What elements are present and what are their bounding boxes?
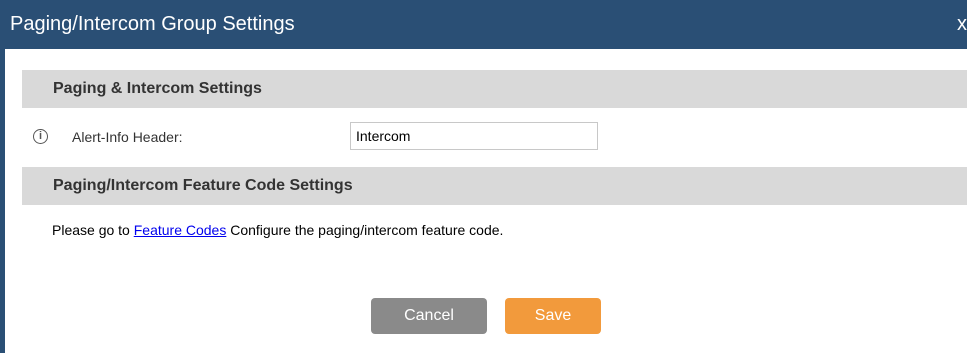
- section-title: Paging/Intercom Feature Code Settings: [53, 177, 353, 194]
- close-button[interactable]: x: [957, 0, 967, 49]
- section-header-feature-code-settings: Paging/Intercom Feature Code Settings: [22, 167, 967, 205]
- feature-code-note: Please go to Feature Codes Configure the…: [52, 221, 503, 239]
- alert-info-header-input[interactable]: [350, 122, 598, 150]
- note-prefix: Please go to: [52, 222, 134, 238]
- info-icon[interactable]: i: [33, 129, 48, 144]
- alert-info-header-label: Alert-Info Header:: [72, 129, 183, 145]
- section-title: Paging & Intercom Settings: [53, 80, 262, 97]
- section-header-paging-intercom-settings: Paging & Intercom Settings: [22, 70, 967, 108]
- note-suffix: Configure the paging/intercom feature co…: [226, 222, 504, 238]
- dialog-title: Paging/Intercom Group Settings: [10, 13, 295, 35]
- dialog-titlebar: Paging/Intercom Group Settings x: [0, 0, 967, 49]
- save-button[interactable]: Save: [505, 298, 601, 334]
- feature-codes-link[interactable]: Feature Codes: [134, 222, 227, 238]
- dialog-left-border: [0, 0, 5, 353]
- cancel-button[interactable]: Cancel: [371, 298, 487, 334]
